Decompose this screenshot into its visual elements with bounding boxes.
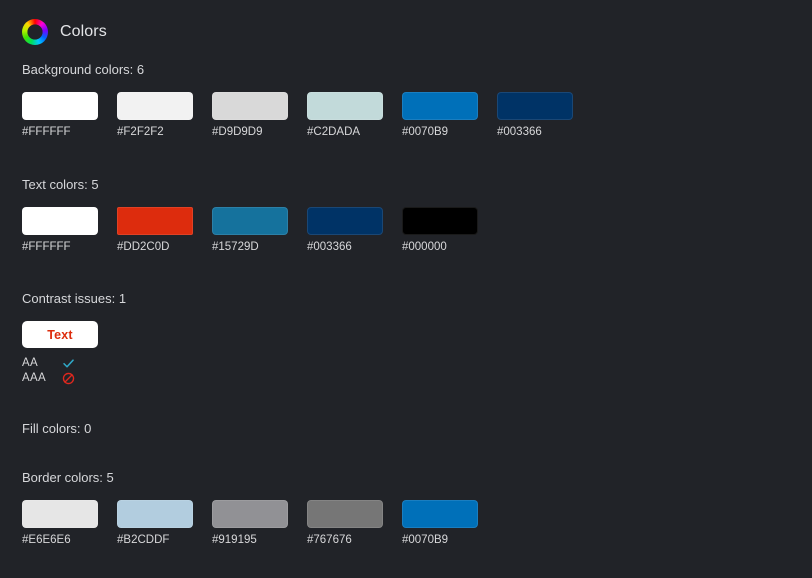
swatch-item[interactable]: #C2DADA bbox=[307, 92, 383, 139]
section-background-colors: Background colors: 6 #FFFFFF #F2F2F2 #D9… bbox=[22, 63, 573, 139]
colors-panel: Colors Background colors: 6 #FFFFFF #F2F… bbox=[0, 0, 812, 578]
color-swatch[interactable] bbox=[22, 207, 98, 235]
color-wheel-icon bbox=[22, 19, 48, 45]
color-swatch[interactable] bbox=[117, 207, 193, 235]
swatch-hex-label: #000000 bbox=[402, 241, 447, 253]
swatch-item[interactable]: #919195 bbox=[212, 500, 288, 547]
section-fill-colors: Fill colors: 0 bbox=[22, 422, 91, 435]
color-swatch[interactable] bbox=[117, 500, 193, 528]
swatch-item[interactable]: #767676 bbox=[307, 500, 383, 547]
swatch-row-border: #E6E6E6 #B2CDDF #919195 #767676 #0070B9 bbox=[22, 500, 478, 547]
swatch-hex-label: #0070B9 bbox=[402, 534, 449, 546]
swatch-hex-label: #C2DADA bbox=[307, 126, 361, 138]
section-contrast-issues: Contrast issues: 1 Text AA AAA bbox=[22, 292, 126, 386]
color-swatch[interactable] bbox=[497, 92, 573, 120]
swatch-item[interactable]: #003366 bbox=[497, 92, 573, 139]
swatch-item[interactable]: #000000 bbox=[402, 207, 478, 254]
blocked-icon bbox=[62, 372, 75, 385]
swatch-item[interactable]: #0070B9 bbox=[402, 92, 478, 139]
section-label-contrast: Contrast issues: 1 bbox=[22, 291, 127, 306]
section-border-colors: Border colors: 5 #E6E6E6 #B2CDDF #919195… bbox=[22, 471, 478, 547]
color-swatch[interactable] bbox=[22, 92, 98, 120]
color-swatch[interactable] bbox=[402, 207, 478, 235]
swatch-item[interactable]: #F2F2F2 bbox=[117, 92, 193, 139]
contrast-issue-item[interactable]: Text AA AAA bbox=[22, 321, 126, 386]
swatch-row-text: #FFFFFF #DD2C0D #15729D #003366 #000000 bbox=[22, 207, 478, 254]
color-swatch[interactable] bbox=[212, 92, 288, 120]
color-swatch[interactable] bbox=[212, 500, 288, 528]
swatch-hex-label: #003366 bbox=[307, 241, 352, 253]
swatch-item[interactable]: #FFFFFF bbox=[22, 92, 98, 139]
swatch-item[interactable]: #15729D bbox=[212, 207, 288, 254]
swatch-hex-label: #919195 bbox=[212, 534, 257, 546]
wcag-level-label: AA bbox=[22, 357, 38, 369]
color-swatch[interactable] bbox=[307, 92, 383, 120]
contrast-sample-text: Text bbox=[47, 327, 73, 342]
swatch-item[interactable]: #B2CDDF bbox=[117, 500, 193, 547]
color-swatch[interactable] bbox=[402, 92, 478, 120]
swatch-hex-label: #FFFFFF bbox=[22, 241, 71, 253]
color-swatch[interactable] bbox=[212, 207, 288, 235]
wcag-level-label: AAA bbox=[22, 372, 46, 384]
swatch-row-background: #FFFFFF #F2F2F2 #D9D9D9 #C2DADA #0070B9 bbox=[22, 92, 573, 139]
status-badge-pass bbox=[62, 356, 86, 371]
swatch-item[interactable]: #D9D9D9 bbox=[212, 92, 288, 139]
wcag-results-table: AA AAA bbox=[22, 356, 86, 386]
section-text-colors: Text colors: 5 #FFFFFF #DD2C0D #15729D #… bbox=[22, 178, 478, 254]
check-icon bbox=[63, 359, 74, 368]
swatch-hex-label: #E6E6E6 bbox=[22, 534, 71, 546]
contrast-sample-swatch[interactable]: Text bbox=[22, 321, 98, 348]
swatch-hex-label: #0070B9 bbox=[402, 126, 449, 138]
section-label-border: Border colors: 5 bbox=[22, 470, 114, 485]
section-label-background: Background colors: 6 bbox=[22, 62, 145, 77]
swatch-hex-label: #D9D9D9 bbox=[212, 126, 263, 138]
color-swatch[interactable] bbox=[307, 207, 383, 235]
swatch-hex-label: #F2F2F2 bbox=[117, 126, 164, 138]
swatch-hex-label: #767676 bbox=[307, 534, 352, 546]
color-swatch[interactable] bbox=[307, 500, 383, 528]
status-badge-fail bbox=[62, 371, 86, 386]
swatch-hex-label: #DD2C0D bbox=[117, 241, 170, 253]
page-title: Colors bbox=[60, 23, 107, 40]
panel-header: Colors bbox=[0, 0, 812, 50]
color-swatch[interactable] bbox=[402, 500, 478, 528]
wcag-row-aaa: AAA bbox=[22, 371, 86, 386]
swatch-hex-label: #B2CDDF bbox=[117, 534, 170, 546]
section-label-fill: Fill colors: 0 bbox=[22, 421, 92, 436]
swatch-item[interactable]: #FFFFFF bbox=[22, 207, 98, 254]
swatch-item[interactable]: #003366 bbox=[307, 207, 383, 254]
swatch-hex-label: #15729D bbox=[212, 241, 259, 253]
section-label-text: Text colors: 5 bbox=[22, 177, 99, 192]
swatch-hex-label: #FFFFFF bbox=[22, 126, 71, 138]
swatch-item[interactable]: #DD2C0D bbox=[117, 207, 193, 254]
color-swatch[interactable] bbox=[117, 92, 193, 120]
color-swatch[interactable] bbox=[22, 500, 98, 528]
swatch-item[interactable]: #0070B9 bbox=[402, 500, 478, 547]
wcag-row-aa: AA bbox=[22, 356, 86, 371]
swatch-item[interactable]: #E6E6E6 bbox=[22, 500, 98, 547]
swatch-hex-label: #003366 bbox=[497, 126, 542, 138]
